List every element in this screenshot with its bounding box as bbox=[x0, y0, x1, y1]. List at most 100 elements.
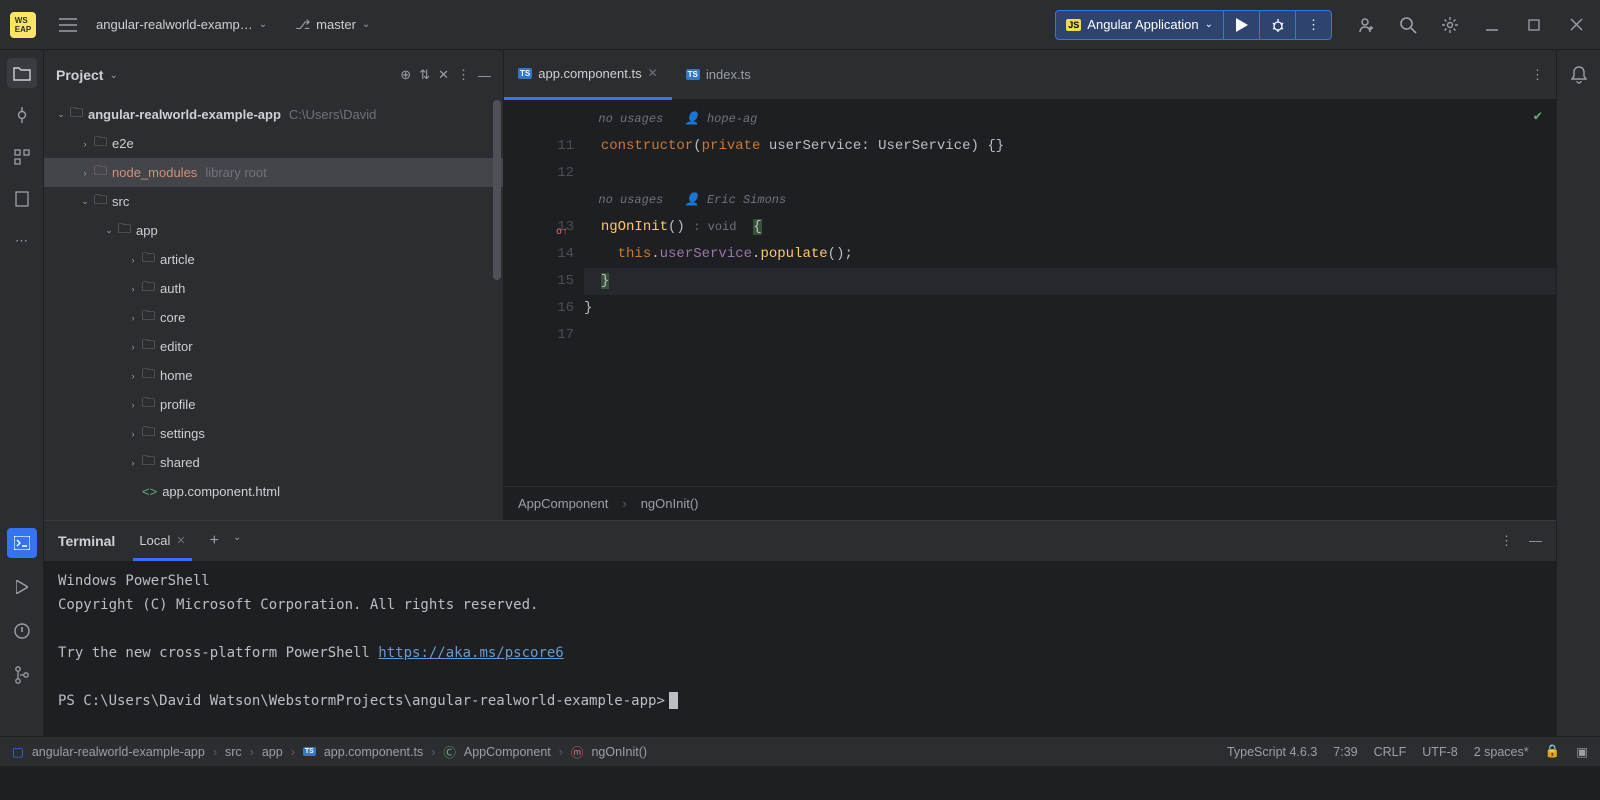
sb-nav-src[interactable]: src bbox=[225, 745, 242, 759]
sb-indent[interactable]: 2 spaces* bbox=[1474, 745, 1529, 759]
folder-icon: 🗀 bbox=[142, 278, 155, 300]
tree-item-auth[interactable]: ›🗀auth bbox=[44, 274, 503, 303]
run-more-button[interactable]: ⋮ bbox=[1295, 10, 1331, 40]
method-populate: populate bbox=[760, 246, 827, 262]
breadcrumb-class[interactable]: AppComponent bbox=[518, 496, 608, 511]
terminal-tab-local[interactable]: Local ✕ bbox=[133, 521, 191, 561]
sb-nav-class[interactable]: AppComponent bbox=[464, 745, 551, 759]
tree-item-shared[interactable]: ›🗀shared bbox=[44, 448, 503, 477]
close-icon[interactable]: ✕ bbox=[176, 534, 185, 547]
hide-panel-icon[interactable]: — bbox=[478, 68, 491, 83]
tab-app-component[interactable]: TS app.component.ts ✕ bbox=[504, 50, 672, 100]
tree-label: app bbox=[136, 223, 158, 238]
project-selector[interactable]: angular-realworld-examp… ⌄ bbox=[96, 17, 267, 32]
status-bar: ▢ angular-realworld-example-app › src › … bbox=[0, 736, 1600, 766]
terminal-tool-icon[interactable] bbox=[7, 528, 37, 558]
readonly-icon[interactable]: 🔒 bbox=[1545, 744, 1561, 759]
terminal-more-icon[interactable]: ⋮ bbox=[1500, 533, 1513, 549]
code-hint-usages: no usages bbox=[598, 112, 663, 126]
project-name: angular-realworld-examp… bbox=[96, 17, 253, 32]
hide-terminal-icon[interactable]: — bbox=[1529, 533, 1542, 549]
run-button[interactable] bbox=[1223, 10, 1259, 40]
branch-selector[interactable]: ⎇ master ⌄ bbox=[295, 17, 370, 33]
minimize-icon[interactable] bbox=[1478, 11, 1506, 39]
problems-tool-icon[interactable] bbox=[7, 616, 37, 646]
notifications-icon[interactable] bbox=[1564, 60, 1594, 90]
tree-item-e2e[interactable]: › 🗀 e2e bbox=[44, 129, 503, 158]
chevron-down-icon[interactable]: ⌄ bbox=[109, 70, 117, 81]
line-number: 17 bbox=[504, 322, 574, 349]
sb-encoding[interactable]: UTF-8 bbox=[1422, 745, 1457, 759]
tree-label: home bbox=[160, 368, 193, 383]
close-icon[interactable]: ✕ bbox=[648, 66, 658, 80]
folder-icon: 🗀 bbox=[142, 423, 155, 445]
new-terminal-icon[interactable]: + bbox=[210, 532, 219, 550]
tree-label: angular-realworld-example-app bbox=[88, 107, 281, 122]
folder-icon: 🗀 bbox=[94, 133, 107, 155]
tree-scrollbar[interactable] bbox=[493, 100, 501, 280]
terminal-line: Windows PowerShell bbox=[58, 569, 1542, 593]
debug-button[interactable] bbox=[1259, 10, 1295, 40]
terminal-dropdown-icon[interactable]: ⌄ bbox=[233, 532, 241, 550]
tree-item-article[interactable]: ›🗀article bbox=[44, 245, 503, 274]
tree-item-core[interactable]: ›🗀core bbox=[44, 303, 503, 332]
git-tool-icon[interactable] bbox=[7, 660, 37, 690]
tree-item-settings[interactable]: ›🗀settings bbox=[44, 419, 503, 448]
code-content[interactable]: no usages 👤 hope-ag constructor(private … bbox=[584, 100, 1556, 486]
sb-eol[interactable]: CRLF bbox=[1374, 745, 1407, 759]
folder-icon: 🗀 bbox=[142, 452, 155, 474]
sb-nav-method[interactable]: ngOnInit() bbox=[591, 745, 647, 759]
tree-item-app[interactable]: ⌄ 🗀 app bbox=[44, 216, 503, 245]
terminal-link[interactable]: https://aka.ms/pscore6 bbox=[378, 645, 563, 661]
param-userservice: userService bbox=[769, 138, 861, 154]
panel-title: Project bbox=[56, 67, 103, 83]
breadcrumb-method[interactable]: ngOnInit() bbox=[641, 496, 699, 511]
tree-item-profile[interactable]: ›🗀profile bbox=[44, 390, 503, 419]
code-editor[interactable]: ✔ 11 12 13 14 15 16 17 o↑ no usages 👤 ho… bbox=[504, 100, 1556, 486]
branch-name: master bbox=[316, 17, 356, 32]
tree-label: auth bbox=[160, 281, 185, 296]
maximize-icon[interactable] bbox=[1520, 11, 1548, 39]
bookmarks-tool-icon[interactable] bbox=[7, 184, 37, 214]
project-tool-icon[interactable] bbox=[7, 58, 37, 88]
terminal-line: Copyright (C) Microsoft Corporation. All… bbox=[58, 593, 1542, 617]
tool-windows-icon[interactable]: ▣ bbox=[1576, 744, 1588, 759]
sb-nav-file[interactable]: app.component.ts bbox=[324, 745, 423, 759]
terminal-panel: Terminal Local ✕ + ⌄ ⋮ — Windows PowerSh… bbox=[0, 520, 1600, 736]
sb-nav-app[interactable]: app bbox=[262, 745, 283, 759]
override-marker-icon[interactable]: o↑ bbox=[556, 219, 568, 246]
expand-all-icon[interactable]: ⇅ bbox=[419, 67, 430, 83]
tree-label: editor bbox=[160, 339, 193, 354]
tree-item-node-modules[interactable]: › 🗀 node_modules library root bbox=[44, 158, 503, 187]
tree-item-home[interactable]: ›🗀home bbox=[44, 361, 503, 390]
search-icon[interactable] bbox=[1394, 11, 1422, 39]
sb-nav-root[interactable]: angular-realworld-example-app bbox=[32, 745, 205, 759]
project-tree: ⌄ 🗀 angular-realworld-example-app C:\Use… bbox=[44, 100, 503, 520]
run-tool-icon[interactable] bbox=[7, 572, 37, 602]
commit-tool-icon[interactable] bbox=[7, 100, 37, 130]
settings-icon[interactable] bbox=[1436, 11, 1464, 39]
run-config-selector[interactable]: JS Angular Application ⌄ bbox=[1056, 17, 1223, 32]
panel-more-icon[interactable]: ⋮ bbox=[457, 67, 470, 83]
tree-item-app-component-html[interactable]: <>app.component.html bbox=[44, 477, 503, 506]
tab-index[interactable]: TS index.ts bbox=[672, 50, 765, 100]
line-number: 11 bbox=[504, 133, 574, 160]
structure-tool-icon[interactable] bbox=[7, 142, 37, 172]
main-menu-icon[interactable] bbox=[54, 11, 82, 39]
tree-item-src[interactable]: ⌄ 🗀 src bbox=[44, 187, 503, 216]
collaborate-icon[interactable] bbox=[1352, 11, 1380, 39]
tree-item-editor[interactable]: ›🗀editor bbox=[44, 332, 503, 361]
sb-cursor-pos[interactable]: 7:39 bbox=[1333, 745, 1357, 759]
terminal-content[interactable]: Windows PowerShell Copyright (C) Microso… bbox=[44, 561, 1556, 736]
sb-ts-version[interactable]: TypeScript 4.6.3 bbox=[1227, 745, 1317, 759]
tree-label: article bbox=[160, 252, 195, 267]
close-icon[interactable] bbox=[1562, 11, 1590, 39]
select-opened-icon[interactable]: ⊕ bbox=[400, 67, 411, 83]
editor-breadcrumb: AppComponent › ngOnInit() bbox=[504, 486, 1556, 520]
tree-root-item[interactable]: ⌄ 🗀 angular-realworld-example-app C:\Use… bbox=[44, 100, 503, 129]
collapse-icon[interactable]: ✕ bbox=[438, 67, 449, 83]
more-tools-icon[interactable]: ⋯ bbox=[7, 226, 37, 256]
bottom-left-rail bbox=[0, 520, 44, 736]
tab-more-icon[interactable]: ⋮ bbox=[1531, 67, 1544, 83]
folder-icon: 🗀 bbox=[94, 191, 107, 213]
